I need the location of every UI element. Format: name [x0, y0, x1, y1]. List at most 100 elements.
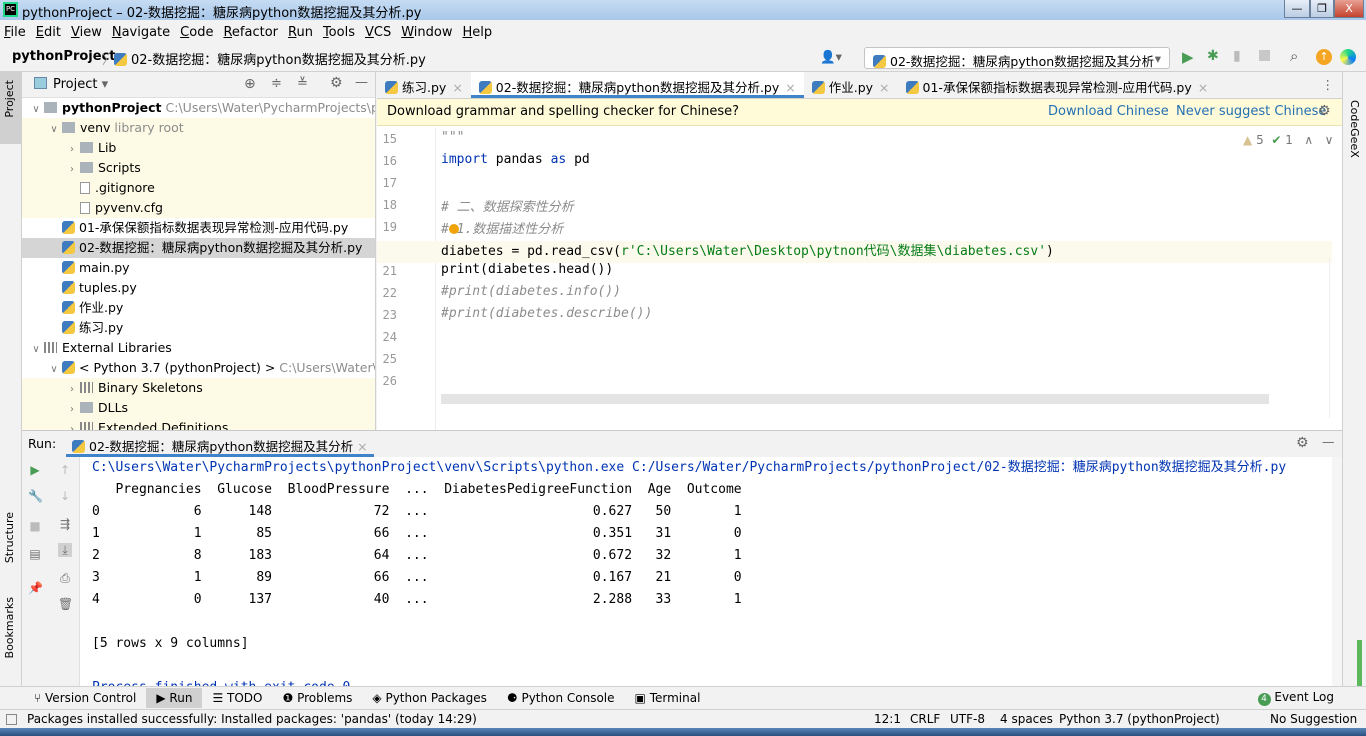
menu-tools[interactable]: Tools — [323, 25, 355, 40]
download-chinese-link[interactable]: Download Chinese — [1048, 104, 1169, 119]
todo-tab[interactable]: ☰ TODO — [202, 688, 272, 708]
tree-item[interactable]: › Lib — [22, 138, 375, 158]
tree-item[interactable]: 02-数据挖掘：糖尿病python数据挖掘及其分析.py — [22, 238, 375, 258]
tree-item[interactable]: tuples.py — [22, 278, 375, 298]
gear-icon[interactable]: ⚙ — [1318, 103, 1331, 119]
pin-icon[interactable]: 📌 — [28, 581, 43, 595]
file-encoding[interactable]: UTF-8 — [950, 710, 985, 728]
expand-all-icon[interactable]: ≑ — [271, 76, 282, 91]
chevron-icon[interactable]: ∨ — [28, 340, 44, 360]
tree-item[interactable]: .gitignore — [22, 178, 375, 198]
close-button[interactable]: X — [1334, 0, 1364, 18]
tree-item[interactable]: › Binary Skeletons — [22, 378, 375, 398]
gear-icon[interactable]: ⚙ — [330, 75, 343, 91]
chevron-down-icon[interactable]: ▾ — [102, 77, 109, 92]
user-icon[interactable]: 👤▾ — [820, 49, 842, 65]
interpreter-selector[interactable]: Python 3.7 (pythonProject) — [1059, 710, 1220, 728]
run-tool-tab[interactable]: ▶ Run — [146, 688, 203, 708]
hide-icon[interactable]: — — [355, 75, 368, 90]
menu-edit[interactable]: Edit — [36, 25, 61, 40]
close-icon[interactable]: × — [452, 80, 462, 95]
menu-file[interactable]: File — [4, 25, 26, 40]
search-icon[interactable]: ⌕ — [1290, 47, 1298, 65]
coverage-icon[interactable]: ▮ — [1233, 48, 1241, 64]
menu-refactor[interactable]: Refactor — [223, 25, 278, 40]
collapse-all-icon[interactable]: ≚ — [297, 76, 308, 91]
terminal-tab[interactable]: ▣ Terminal — [625, 688, 711, 708]
gear-icon[interactable]: ⚙ — [1296, 435, 1309, 451]
version-control-tab[interactable]: ⑂ Version Control — [24, 688, 146, 708]
menu-help[interactable]: Help — [463, 25, 493, 40]
console-output[interactable]: C:\Users\Water\PycharmProjects\pythonPro… — [92, 457, 1286, 687]
print-icon[interactable]: ⎙ — [58, 571, 72, 585]
hide-icon[interactable]: — — [1322, 434, 1335, 449]
python-packages-tab[interactable]: ◈ Python Packages — [362, 688, 496, 708]
close-icon[interactable]: × — [879, 80, 889, 95]
tree-item[interactable]: ∨ venv library root — [22, 118, 375, 138]
down-arrow-icon[interactable]: ↓ — [58, 489, 72, 503]
tree-item[interactable]: › Extended Definitions — [22, 418, 375, 430]
menu-navigate[interactable]: Navigate — [112, 25, 170, 40]
editor-tab[interactable]: 02-数据挖掘：糖尿病python数据挖掘及其分析.py × — [470, 72, 804, 98]
run-tab[interactable]: 02-数据挖掘：糖尿病python数据挖掘及其分析 × — [66, 431, 374, 457]
codegeex-tool-tab[interactable]: CodeGeeX — [1348, 100, 1361, 158]
stop-icon[interactable] — [1259, 50, 1270, 61]
indent-setting[interactable]: 4 spaces — [1000, 710, 1053, 728]
menu-run[interactable]: Run — [288, 25, 313, 40]
python-console-tab[interactable]: ⚈ Python Console — [497, 688, 625, 708]
scroll-to-end-icon[interactable]: ⤓ — [58, 543, 72, 557]
inspection-widget[interactable]: ▲ 5 ✔ 1 ∧ ∨ — [1243, 133, 1333, 147]
problems-tab[interactable]: ❶ Problems — [273, 688, 363, 708]
locate-icon[interactable]: ⊕ — [244, 76, 256, 92]
close-icon[interactable]: × — [785, 80, 795, 95]
trash-icon[interactable]: 🗑 — [58, 597, 73, 611]
rerun-icon[interactable]: ▶ — [28, 463, 42, 477]
console-scrollbar[interactable] — [1332, 457, 1342, 687]
editor-tab[interactable]: 练习.py × — [377, 72, 471, 98]
tree-item[interactable]: › DLLs — [22, 398, 375, 418]
layout-icon[interactable]: ▤ — [28, 547, 42, 561]
breadcrumb-file[interactable]: 02-数据挖掘：糖尿病python数据挖掘及其分析.py — [114, 49, 426, 68]
project-tool-tab[interactable]: Project — [3, 80, 16, 118]
tree-item[interactable]: 作业.py — [22, 298, 375, 318]
close-icon[interactable]: × — [1198, 80, 1208, 95]
error-stripe[interactable] — [1329, 258, 1342, 418]
run-configuration-select[interactable]: 02-数据挖掘：糖尿病python数据挖掘及其分析 ▾ — [864, 47, 1170, 69]
event-log-tab[interactable]: 4 Event Log — [1248, 687, 1344, 709]
more-tabs-icon[interactable]: ⋮ — [1314, 72, 1343, 98]
tree-item[interactable]: ∨ External Libraries — [22, 338, 375, 358]
chevron-icon[interactable]: › — [64, 140, 80, 160]
stop-icon[interactable]: ■ — [28, 519, 42, 533]
tree-item[interactable]: 练习.py — [22, 318, 375, 338]
tree-item[interactable]: › Scripts — [22, 158, 375, 178]
maximize-button[interactable]: ❐ — [1310, 0, 1334, 18]
tree-item[interactable]: pyvenv.cfg — [22, 198, 375, 218]
editor-tab[interactable]: 01-承保保额指标数据表现异常检测-应用代码.py × — [898, 72, 1217, 98]
chevron-icon[interactable]: ∨ — [28, 100, 44, 120]
chevron-icon[interactable]: › — [64, 420, 80, 430]
chevron-icon[interactable]: › — [64, 380, 80, 400]
menu-vcs[interactable]: VCS — [365, 25, 391, 40]
never-suggest-link[interactable]: Never suggest Chinese — [1176, 104, 1326, 119]
menu-view[interactable]: View — [71, 25, 102, 40]
menu-window[interactable]: Window — [401, 25, 452, 40]
status-message[interactable]: Packages installed successfully: Install… — [27, 710, 477, 728]
tree-item[interactable]: main.py — [22, 258, 375, 278]
line-separator[interactable]: CRLF — [910, 710, 940, 728]
close-icon[interactable]: × — [357, 439, 367, 454]
soft-wrap-icon[interactable]: ⇶ — [58, 517, 72, 531]
status-toggle-icon[interactable] — [6, 714, 17, 725]
structure-tool-tab[interactable]: Structure — [3, 512, 16, 563]
tree-item[interactable]: ∨ pythonProject C:\Users\Water\PycharmPro… — [22, 98, 375, 118]
chevron-icon[interactable]: ∨ — [46, 360, 62, 380]
toolbox-icon[interactable] — [1340, 49, 1356, 65]
project-view-select[interactable]: Project — [53, 77, 97, 92]
tree-item[interactable]: ∨ < Python 3.7 (pythonProject) > C:\Users… — [22, 358, 375, 378]
editor-tab[interactable]: 作业.py × — [804, 72, 898, 98]
breadcrumb-project[interactable]: pythonProject — [12, 49, 116, 64]
intention-bulb-icon[interactable] — [449, 224, 459, 234]
chevron-icon[interactable]: ∨ — [46, 120, 62, 140]
up-arrow-icon[interactable]: ↑ — [58, 463, 72, 477]
chevron-icon[interactable]: › — [64, 400, 80, 420]
suggestion-status[interactable]: No Suggestion — [1270, 710, 1357, 728]
